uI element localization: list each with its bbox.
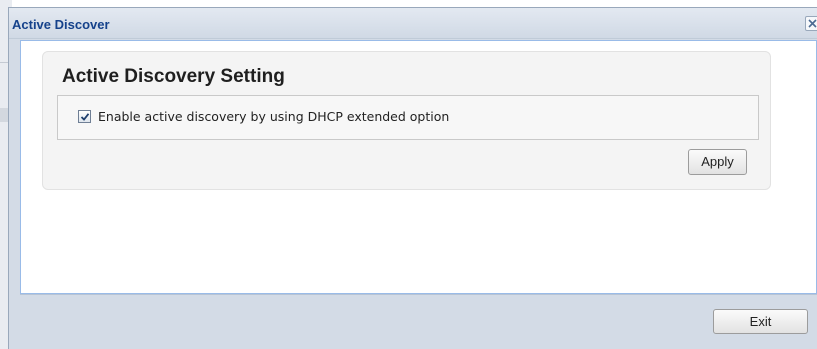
- enable-active-discovery-label[interactable]: Enable active discovery by using DHCP ex…: [98, 109, 449, 124]
- option-box: Enable active discovery by using DHCP ex…: [57, 95, 759, 140]
- close-icon: [808, 19, 817, 28]
- close-button[interactable]: [805, 16, 817, 31]
- dialog-content: Active Discovery Setting Enable active d…: [20, 40, 817, 294]
- exit-button[interactable]: Exit: [713, 309, 808, 334]
- active-discover-dialog: Active Discover Active Discovery Setting…: [8, 7, 817, 349]
- settings-panel: Active Discovery Setting Enable active d…: [42, 51, 771, 190]
- dialog-titlebar: Active Discover: [9, 8, 817, 39]
- footer-divider: [20, 294, 817, 295]
- enable-active-discovery-checkbox[interactable]: [78, 110, 91, 123]
- apply-button[interactable]: Apply: [688, 149, 747, 175]
- panel-title: Active Discovery Setting: [62, 66, 285, 87]
- dialog-title: Active Discover: [12, 17, 110, 32]
- checkmark-icon: [80, 113, 90, 121]
